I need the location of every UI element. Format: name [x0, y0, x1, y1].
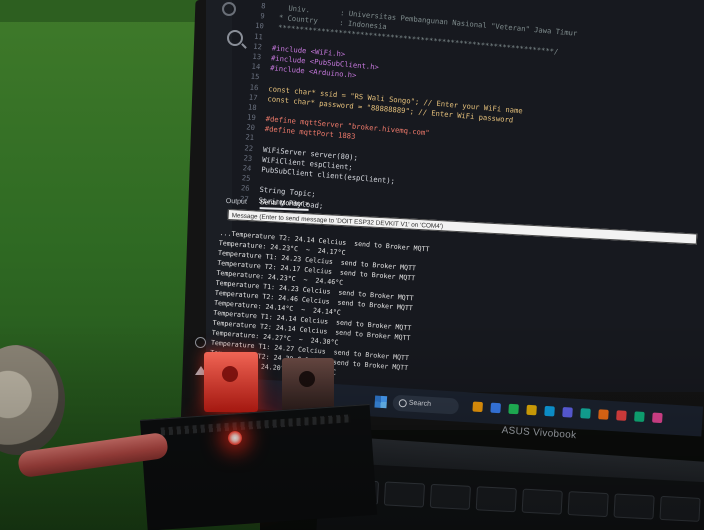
- windows-start-icon[interactable]: [374, 395, 388, 409]
- taskbar-app-icon[interactable]: [580, 408, 591, 419]
- taskbar-app-icon[interactable]: [472, 401, 483, 413]
- header-pins: [160, 414, 351, 436]
- taskbar-search[interactable]: Search: [392, 394, 460, 415]
- taskbar-app-icon[interactable]: [526, 404, 537, 416]
- taskbar-app-icon[interactable]: [652, 412, 663, 424]
- search-icon[interactable]: [227, 30, 243, 46]
- keyboard-key: [613, 493, 655, 520]
- power-led: [228, 431, 242, 445]
- taskbar-app-icon[interactable]: [490, 402, 501, 414]
- close-icon[interactable]: ×: [305, 201, 309, 208]
- keyboard-key: [659, 495, 701, 522]
- tab-serial-monitor[interactable]: Serial Monitor ×: [259, 199, 310, 211]
- voltage-regulator-dark: [282, 358, 334, 414]
- keyboard-key: [521, 488, 563, 515]
- esp32-board: [140, 403, 378, 530]
- tab-serial-monitor-label: Serial Monitor: [259, 199, 304, 208]
- taskbar-app-icon[interactable]: [598, 409, 609, 420]
- taskbar-app-icon[interactable]: [562, 407, 573, 418]
- taskbar-app-icon[interactable]: [616, 410, 627, 421]
- taskbar-app-icon[interactable]: [544, 405, 555, 417]
- voltage-regulator-red: [204, 352, 258, 412]
- tab-output[interactable]: Output: [226, 198, 247, 206]
- taskbar-app-icon[interactable]: [634, 411, 645, 422]
- keyboard-key: [429, 483, 471, 510]
- taskbar-search-label: Search: [408, 399, 432, 408]
- keyboard-key: [383, 481, 426, 508]
- taskbar-app-icon[interactable]: [508, 403, 519, 415]
- keyboard-key: [567, 491, 609, 518]
- account-icon[interactable]: [195, 337, 206, 348]
- search-icon: [398, 398, 408, 408]
- keyboard-key: [475, 486, 517, 513]
- photo-scene: 8 Univ. : Universitas Pembangunan Nasion…: [0, 0, 704, 530]
- code-editor[interactable]: 8 Univ. : Universitas Pembangunan Nasion…: [231, 0, 666, 231]
- settings-icon[interactable]: [222, 2, 236, 16]
